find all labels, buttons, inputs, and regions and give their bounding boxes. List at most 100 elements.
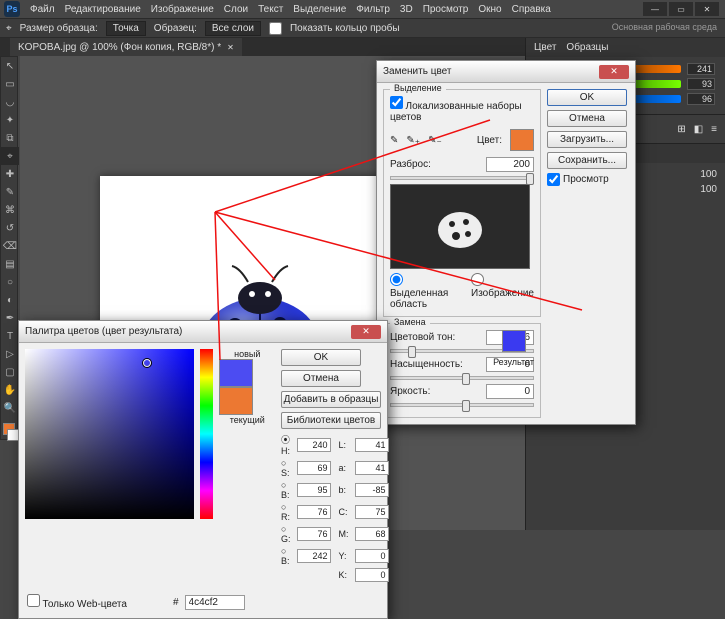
- menu-select[interactable]: Выделение: [293, 4, 346, 15]
- color-picker-dialog[interactable]: Палитра цветов (цвет результата) ✕ новый…: [18, 320, 388, 619]
- local-check-row[interactable]: Локализованные наборы цветов: [390, 101, 522, 122]
- tool-wand[interactable]: ✦: [1, 111, 19, 129]
- maximize-button[interactable]: ▭: [669, 2, 693, 16]
- menu-3d[interactable]: 3D: [400, 4, 413, 15]
- opt-sample-size[interactable]: Точка: [106, 21, 146, 36]
- menu-text[interactable]: Текст: [258, 4, 283, 15]
- ok-button[interactable]: OK: [547, 89, 627, 106]
- tool-lasso[interactable]: ◡: [1, 93, 19, 111]
- tool-path[interactable]: ▷: [1, 345, 19, 363]
- eyedropper-minus-icon[interactable]: ✎₋: [428, 135, 442, 146]
- color-swatches[interactable]: [1, 421, 19, 439]
- picker-titlebar[interactable]: Палитра цветов (цвет результата) ✕: [19, 321, 387, 343]
- field-g[interactable]: [297, 527, 331, 541]
- tool-shape[interactable]: ▢: [1, 363, 19, 381]
- hue-strip[interactable]: [200, 349, 214, 519]
- field-c[interactable]: [355, 505, 389, 519]
- radio-image[interactable]: Изображение: [471, 273, 534, 310]
- tool-hand[interactable]: ✋: [1, 381, 19, 399]
- panel-icon3[interactable]: ≡: [711, 124, 717, 135]
- tool-move[interactable]: ↖: [1, 57, 19, 75]
- save-button[interactable]: Сохранить...: [547, 152, 627, 169]
- menu-filter[interactable]: Фильтр: [356, 4, 390, 15]
- picker-ok-button[interactable]: OK: [281, 349, 361, 366]
- tab-color[interactable]: Цвет: [534, 42, 556, 53]
- panel-icon2[interactable]: ◧: [694, 124, 703, 135]
- tool-marquee[interactable]: ▭: [1, 75, 19, 93]
- tool-text[interactable]: T: [1, 327, 19, 345]
- menu-view[interactable]: Просмотр: [423, 4, 469, 15]
- picker-close-icon[interactable]: ✕: [351, 325, 381, 339]
- close-button[interactable]: ✕: [695, 2, 719, 16]
- tool-zoom[interactable]: 🔍: [1, 399, 19, 417]
- eyedropper-icon[interactable]: ✎: [390, 135, 398, 146]
- val-g[interactable]: 93: [687, 78, 715, 90]
- light-field[interactable]: [486, 384, 534, 399]
- current-color-swatch[interactable]: [219, 387, 253, 415]
- light-slider[interactable]: [390, 403, 534, 407]
- color-marker[interactable]: [143, 359, 151, 367]
- workspace-label[interactable]: Основная рабочая среда: [612, 22, 717, 32]
- opt-ring-check[interactable]: [269, 22, 282, 35]
- tool-eraser[interactable]: ⌫: [1, 237, 19, 255]
- document-tab[interactable]: KOPOBA.jpg @ 100% (Фон копия, RGB/8*) * …: [10, 38, 242, 56]
- tool-gradient[interactable]: ▤: [1, 255, 19, 273]
- replace-close-icon[interactable]: ✕: [599, 65, 629, 79]
- web-only-check[interactable]: Только Web-цвета: [27, 594, 127, 610]
- field-s[interactable]: [297, 461, 331, 475]
- val-b[interactable]: 96: [687, 93, 715, 105]
- sat-slider[interactable]: [390, 376, 534, 380]
- tab-close-icon[interactable]: ✕: [227, 43, 234, 52]
- picker-title: Палитра цветов (цвет результата): [25, 326, 182, 337]
- fuzziness-field[interactable]: [486, 157, 534, 172]
- new-color-swatch[interactable]: [219, 359, 253, 387]
- menu-image[interactable]: Изображение: [151, 4, 214, 15]
- load-button[interactable]: Загрузить...: [547, 131, 627, 148]
- preview-checkbox[interactable]: [547, 173, 560, 186]
- val-r[interactable]: 241: [687, 63, 715, 75]
- field-l[interactable]: [355, 438, 389, 452]
- tool-pen[interactable]: ✒: [1, 309, 19, 327]
- tool-brush[interactable]: ✎: [1, 183, 19, 201]
- tool-stamp[interactable]: ⌘: [1, 201, 19, 219]
- tool-dodge[interactable]: ◐: [1, 291, 19, 309]
- local-checkbox[interactable]: [390, 96, 403, 109]
- field-m[interactable]: [355, 527, 389, 541]
- tool-crop[interactable]: ⧉: [1, 129, 19, 147]
- menu-help[interactable]: Справка: [512, 4, 551, 15]
- field-bb[interactable]: [297, 549, 331, 563]
- replace-titlebar[interactable]: Заменить цвет ✕: [377, 61, 635, 83]
- menu-file[interactable]: Файл: [30, 4, 55, 15]
- minimize-button[interactable]: —: [643, 2, 667, 16]
- hex-field[interactable]: [185, 595, 245, 610]
- fuzziness-slider[interactable]: [390, 176, 534, 180]
- radio-selection[interactable]: Выделенная область: [390, 273, 457, 310]
- field-y[interactable]: [355, 549, 389, 563]
- panel-icon[interactable]: ⊞: [677, 124, 685, 135]
- source-color-swatch[interactable]: [510, 129, 534, 151]
- field-lab-b[interactable]: [355, 483, 389, 497]
- cancel-button[interactable]: Отмена: [547, 110, 627, 127]
- field-r[interactable]: [297, 505, 331, 519]
- eyedropper-plus-icon[interactable]: ✎₊: [406, 135, 420, 146]
- tab-swatches[interactable]: Образцы: [566, 42, 608, 53]
- tool-history[interactable]: ↺: [1, 219, 19, 237]
- field-b[interactable]: [297, 483, 331, 497]
- picker-cancel-button[interactable]: Отмена: [281, 370, 361, 387]
- color-libs-button[interactable]: Библиотеки цветов: [281, 412, 381, 429]
- field-a[interactable]: [355, 461, 389, 475]
- opt-sample[interactable]: Все слои: [205, 21, 261, 36]
- menu-edit[interactable]: Редактирование: [65, 4, 141, 15]
- field-k[interactable]: [355, 568, 389, 582]
- add-swatch-button[interactable]: Добавить в образцы: [281, 391, 381, 408]
- field-h[interactable]: [297, 438, 331, 452]
- preview-check-row[interactable]: Просмотр: [547, 173, 629, 186]
- result-swatch[interactable]: [502, 330, 526, 352]
- replace-color-dialog[interactable]: Заменить цвет ✕ Выделение Локализованные…: [376, 60, 636, 425]
- menu-window[interactable]: Окно: [478, 4, 501, 15]
- tool-heal[interactable]: ✚: [1, 165, 19, 183]
- color-field[interactable]: [25, 349, 194, 519]
- tool-blur[interactable]: ○: [1, 273, 19, 291]
- menu-layers[interactable]: Слои: [224, 4, 248, 15]
- tool-eyedropper[interactable]: ⌖: [1, 147, 19, 165]
